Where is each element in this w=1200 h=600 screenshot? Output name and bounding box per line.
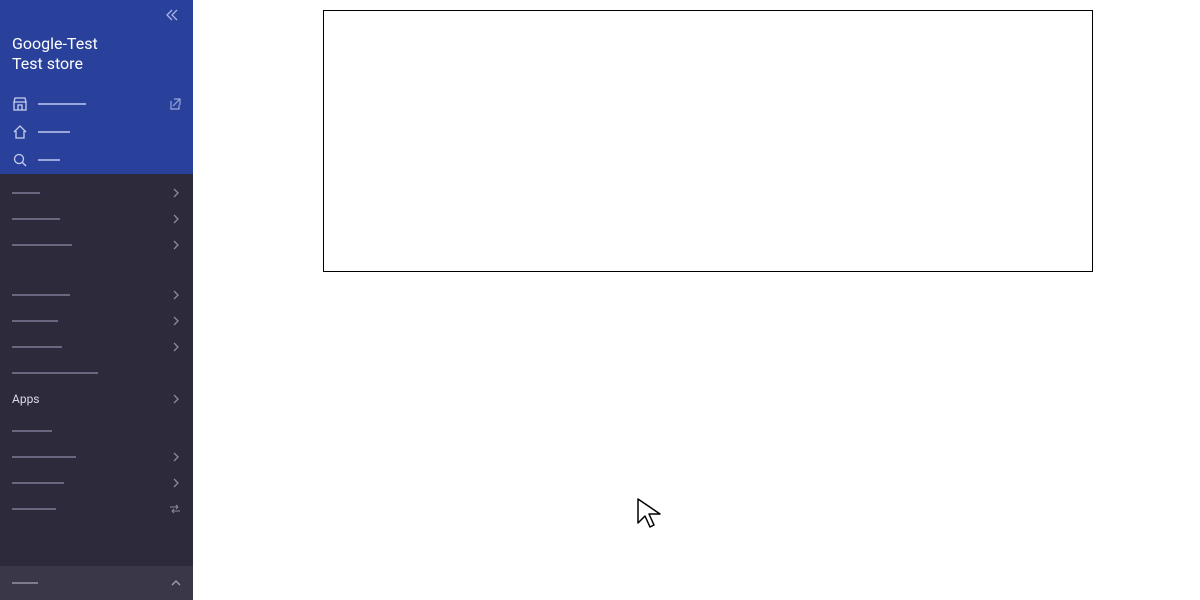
- placeholder-line: [12, 430, 52, 432]
- storefront-icon: [12, 96, 28, 112]
- sidebar-nav-item[interactable]: [0, 360, 193, 386]
- main-content: [193, 0, 1200, 600]
- chevron-up-icon: [171, 578, 181, 588]
- placeholder-line: [12, 244, 72, 246]
- sidebar-nav-item[interactable]: [0, 444, 193, 470]
- sidebar-top-item[interactable]: [0, 90, 193, 118]
- external-link-icon[interactable]: [167, 97, 181, 111]
- nav-group-2: [0, 276, 193, 386]
- sidebar-header: Google-Test Test store: [0, 0, 193, 174]
- placeholder-line: [12, 456, 76, 458]
- nav-group-1: [0, 174, 193, 258]
- search-icon: [12, 152, 28, 168]
- placeholder-line: [12, 218, 60, 220]
- home-icon: [12, 124, 28, 140]
- placeholder-line: [12, 346, 62, 348]
- placeholder-line: [38, 159, 60, 161]
- collapse-row: [0, 0, 193, 30]
- store-name-block[interactable]: Google-Test Test store: [0, 30, 193, 90]
- store-name-line2: Test store: [12, 54, 181, 74]
- swap-icon: [169, 503, 181, 515]
- placeholder-line: [38, 103, 86, 105]
- sidebar-top-item[interactable]: [0, 146, 193, 174]
- sidebar-nav-item[interactable]: [0, 308, 193, 334]
- placeholder-line: [12, 582, 38, 584]
- nav-spacer: [0, 258, 193, 276]
- apps-label-text: Apps: [12, 392, 40, 406]
- chevron-right-icon: [171, 452, 181, 462]
- store-name-line1: Google-Test: [12, 34, 181, 54]
- sidebar-nav-item[interactable]: [0, 496, 193, 522]
- content-panel[interactable]: [323, 10, 1093, 272]
- sidebar-top-item[interactable]: [0, 118, 193, 146]
- placeholder-line: [12, 192, 40, 194]
- sidebar-apps-header[interactable]: Apps: [0, 386, 193, 412]
- chevron-right-icon: [171, 214, 181, 224]
- chevron-right-icon: [171, 342, 181, 352]
- nav-group-3: [0, 412, 193, 522]
- chevron-double-left-icon: [165, 8, 181, 22]
- sidebar-footer-item[interactable]: [0, 566, 193, 600]
- sidebar-nav-item[interactable]: [0, 206, 193, 232]
- placeholder-line: [12, 372, 98, 374]
- placeholder-line: [12, 320, 58, 322]
- chevron-right-icon: [171, 478, 181, 488]
- sidebar-nav-item[interactable]: [0, 180, 193, 206]
- sidebar-nav-item[interactable]: [0, 470, 193, 496]
- collapse-sidebar-button[interactable]: [165, 8, 181, 30]
- placeholder-line: [38, 131, 70, 133]
- sidebar-nav-item[interactable]: [0, 232, 193, 258]
- sidebar-nav-item[interactable]: [0, 418, 193, 444]
- placeholder-line: [12, 482, 64, 484]
- chevron-right-icon: [171, 290, 181, 300]
- app-root: Google-Test Test store Apps: [0, 0, 1200, 600]
- sidebar-nav-item[interactable]: [0, 334, 193, 360]
- chevron-right-icon: [171, 394, 181, 404]
- placeholder-line: [12, 508, 56, 510]
- sidebar: Google-Test Test store Apps: [0, 0, 193, 600]
- chevron-right-icon: [171, 188, 181, 198]
- cursor-icon: [634, 497, 668, 531]
- sidebar-nav-item[interactable]: [0, 282, 193, 308]
- placeholder-line: [12, 294, 70, 296]
- chevron-right-icon: [171, 316, 181, 326]
- chevron-right-icon: [171, 240, 181, 250]
